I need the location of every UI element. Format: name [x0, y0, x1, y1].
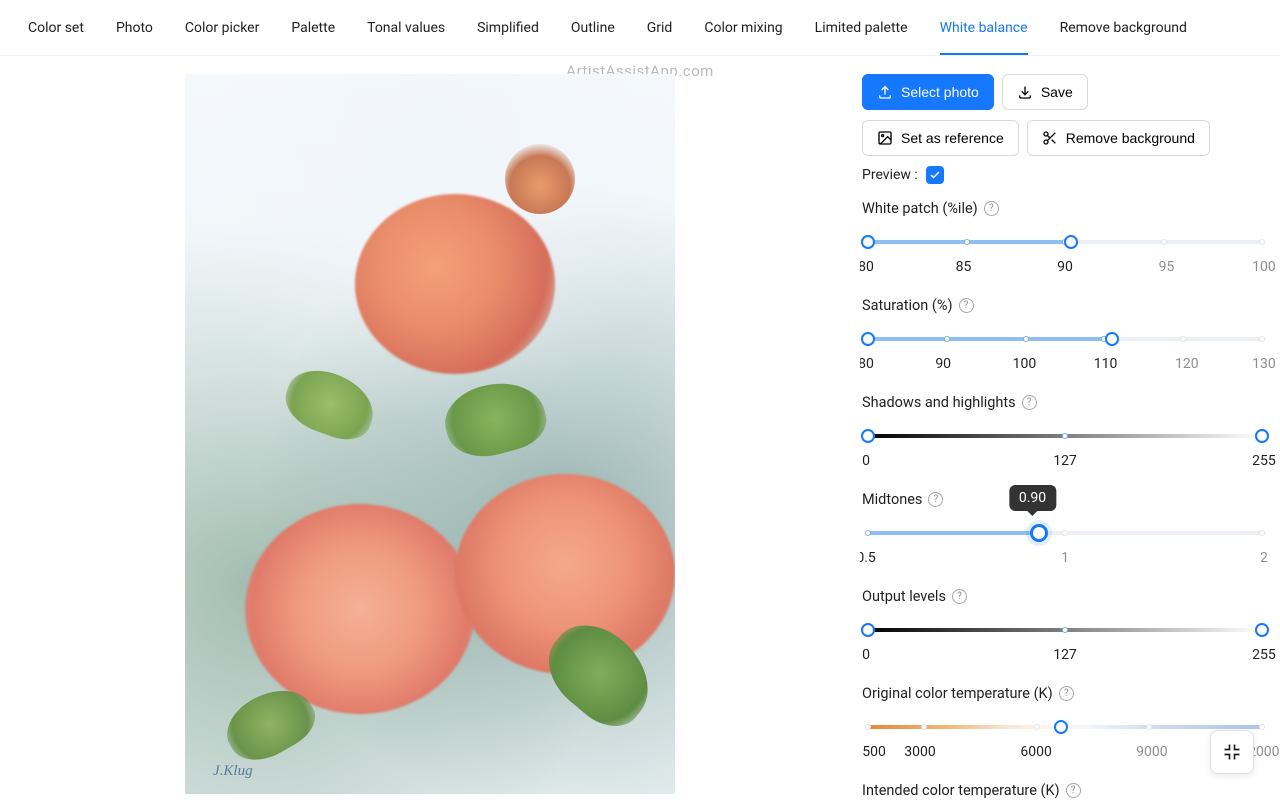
set-reference-button[interactable]: Set as reference: [862, 120, 1019, 156]
download-icon: [1017, 84, 1033, 100]
tab-tonal-values[interactable]: Tonal values: [351, 0, 461, 55]
artist-signature: J.Klug: [213, 763, 253, 780]
tab-grid[interactable]: Grid: [631, 0, 689, 55]
select-photo-button[interactable]: Select photo: [862, 74, 994, 110]
image-canvas: J.Klug: [185, 74, 675, 794]
saturation-label: Saturation (%): [862, 297, 953, 314]
help-icon[interactable]: ?: [952, 589, 967, 604]
white-patch-slider[interactable]: [862, 235, 1268, 249]
tab-white-balance[interactable]: White balance: [924, 0, 1044, 55]
preview-label: Preview :: [862, 167, 918, 183]
tab-remove-background[interactable]: Remove background: [1044, 0, 1203, 55]
tab-color-picker[interactable]: Color picker: [169, 0, 275, 55]
midtones-tooltip: 0.90: [1009, 485, 1056, 511]
save-button[interactable]: Save: [1002, 74, 1088, 110]
midtones-label: Midtones: [862, 491, 922, 508]
help-icon[interactable]: ?: [1066, 783, 1081, 798]
tab-color-mixing[interactable]: Color mixing: [688, 0, 798, 55]
remove-background-button[interactable]: Remove background: [1027, 120, 1210, 156]
help-icon[interactable]: ?: [1022, 395, 1037, 410]
help-icon[interactable]: ?: [984, 201, 999, 216]
midtones-slider[interactable]: 0.90: [862, 526, 1268, 540]
shadows-highlights-slider[interactable]: [862, 429, 1268, 443]
tab-outline[interactable]: Outline: [555, 0, 631, 55]
tab-limited-palette[interactable]: Limited palette: [799, 0, 924, 55]
preview-checkbox[interactable]: [926, 166, 944, 184]
tab-palette[interactable]: Palette: [275, 0, 351, 55]
saturation-slider[interactable]: [862, 332, 1268, 346]
help-icon[interactable]: ?: [928, 492, 943, 507]
shadows-highlights-label: Shadows and highlights: [862, 394, 1016, 411]
collapse-icon: [1222, 742, 1242, 762]
collapse-button[interactable]: [1210, 730, 1254, 774]
controls-panel: Select photo Save Set as reference Remov…: [860, 74, 1280, 800]
white-patch-label: White patch (%ile): [862, 200, 978, 217]
help-icon[interactable]: ?: [1059, 686, 1074, 701]
tab-bar: Color set Photo Color picker Palette Ton…: [0, 0, 1280, 56]
tab-color-set[interactable]: Color set: [12, 0, 100, 55]
tab-photo[interactable]: Photo: [100, 0, 169, 55]
upload-icon: [877, 84, 893, 100]
orig-temp-label: Original color temperature (K): [862, 685, 1053, 702]
tab-simplified[interactable]: Simplified: [461, 0, 555, 55]
output-levels-slider[interactable]: [862, 623, 1268, 637]
output-levels-label: Output levels: [862, 588, 946, 605]
orig-temp-slider[interactable]: [862, 720, 1268, 734]
help-icon[interactable]: ?: [959, 298, 974, 313]
scissors-icon: [1042, 130, 1058, 146]
image-icon: [877, 130, 893, 146]
intended-temp-label: Intended color temperature (K): [862, 782, 1060, 799]
